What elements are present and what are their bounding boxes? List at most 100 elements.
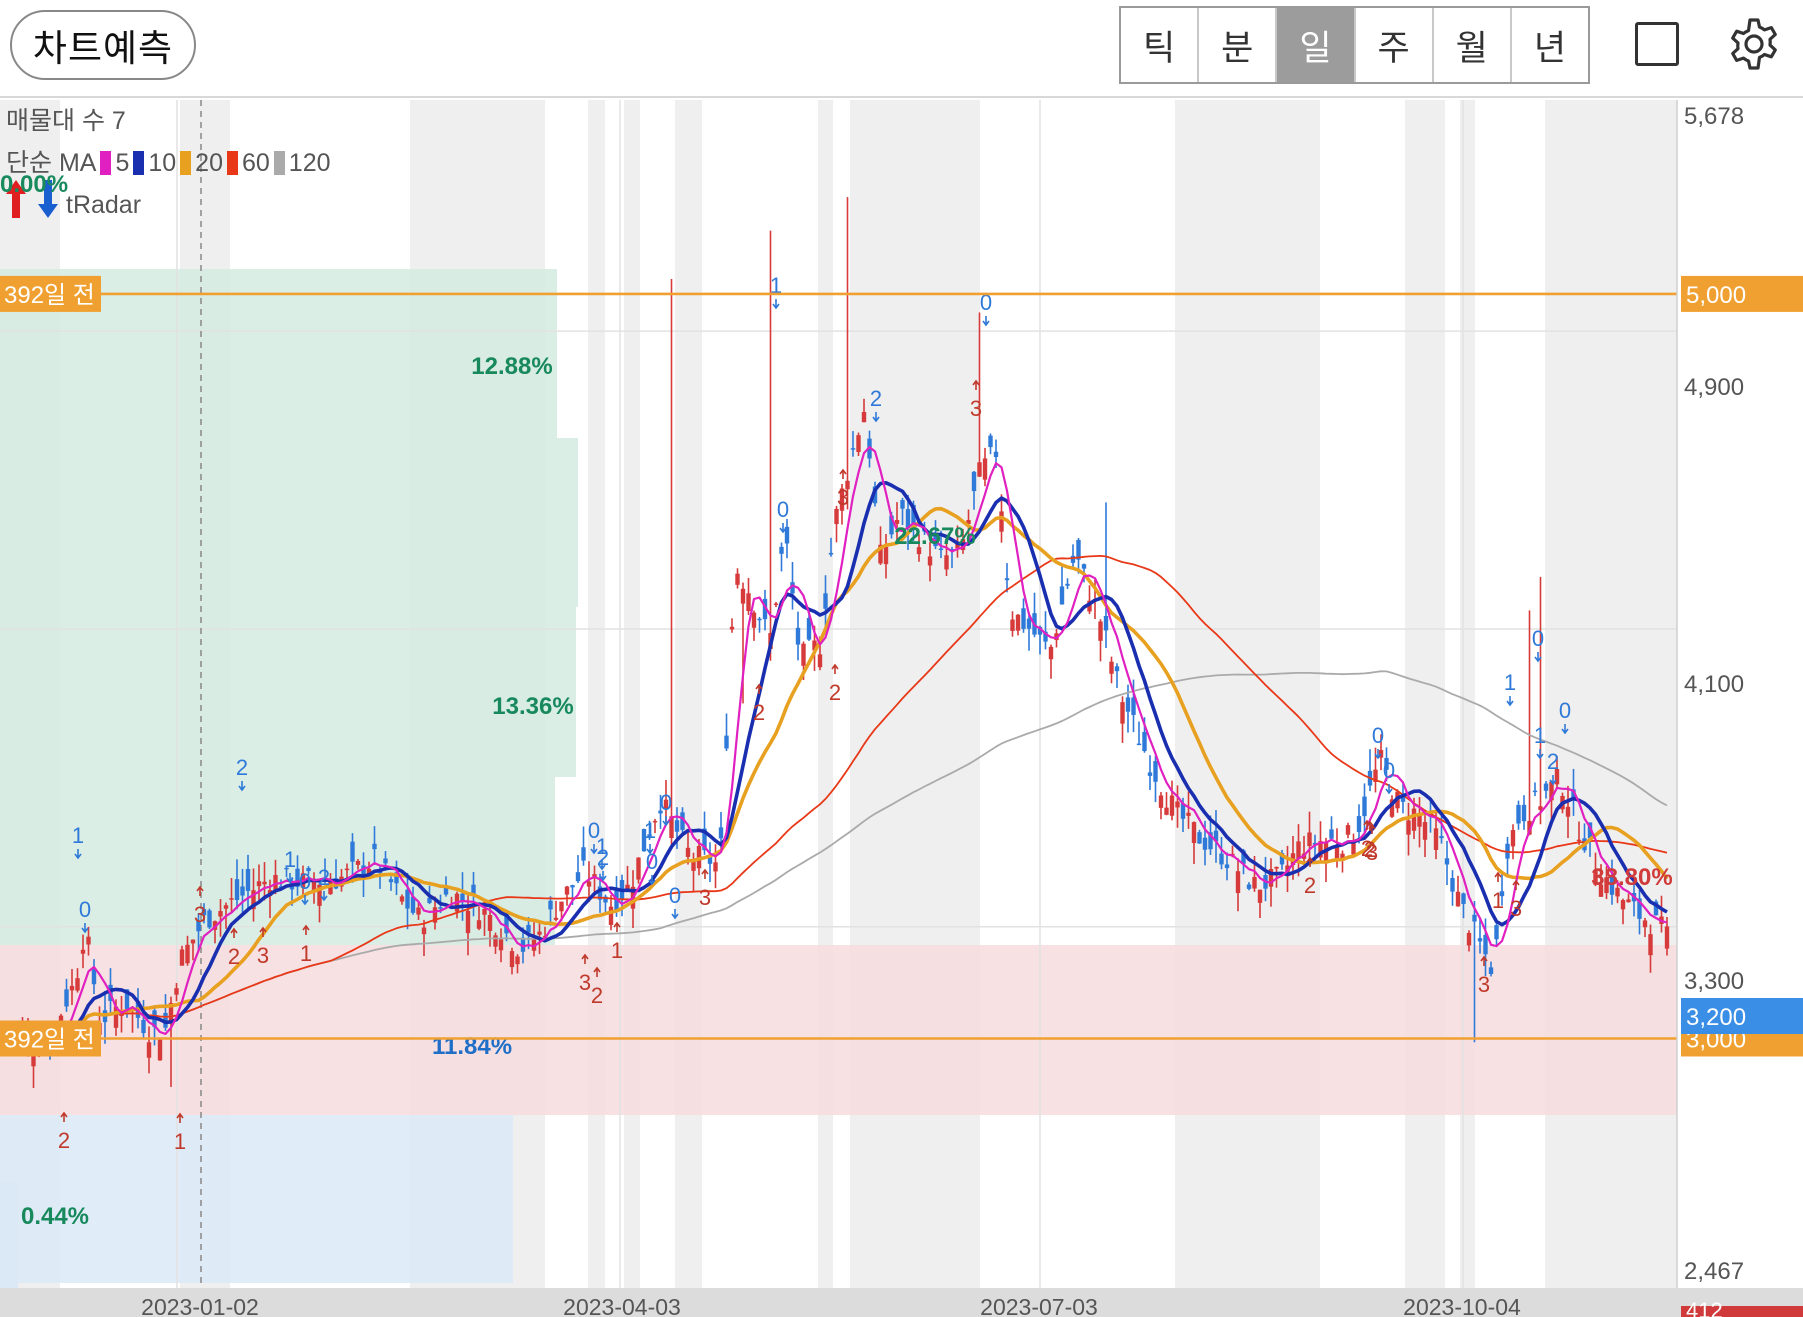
candle-body: [234, 879, 240, 901]
candle-body: [405, 889, 410, 909]
ma60-label: 60: [241, 149, 270, 177]
ma20-label: 20: [195, 149, 223, 177]
price-line-right-label: 5,000: [1686, 282, 1746, 309]
candle-body: [1307, 832, 1312, 847]
candle-body: [515, 956, 520, 965]
period-minute-button[interactable]: 분: [1199, 8, 1278, 82]
candlestick-chart[interactable]: 10210 2001012 0102000101202 12 3 132132233223…: [0, 100, 1803, 1317]
candle-body: [1169, 795, 1175, 816]
candle-body: [1362, 796, 1367, 817]
candle-body: [1153, 761, 1158, 782]
candle-body: [383, 858, 388, 864]
candle-body: [570, 885, 575, 888]
x-tick-label: 2023-01-02: [141, 1294, 259, 1317]
candle-body: [795, 627, 801, 645]
candle-body: [1197, 832, 1202, 844]
candle-body: [350, 841, 355, 862]
candle-body: [229, 898, 234, 900]
candle-body: [1202, 837, 1208, 850]
period-day-button[interactable]: 일: [1277, 8, 1356, 82]
period-year-button[interactable]: 년: [1512, 8, 1588, 82]
price-line-left-label: 392일 전: [4, 1027, 95, 1054]
candle-body: [746, 593, 751, 611]
signal-number: 2: [1547, 749, 1559, 774]
chart-predict-button[interactable]: 차트예측: [10, 10, 196, 80]
candle-body: [1142, 731, 1147, 752]
candle-body: [834, 508, 839, 525]
gear-icon[interactable]: [1726, 16, 1782, 72]
candle-body: [1461, 893, 1466, 904]
candle-body: [729, 626, 735, 630]
chart-area[interactable]: 1021020010120102000101202123132132233223…: [0, 100, 1803, 1317]
candle-body: [564, 886, 570, 895]
y-tick-label: 2,467: [1684, 1258, 1744, 1285]
candle-body: [493, 935, 498, 947]
candle-body: [1455, 891, 1461, 907]
candle-body: [1477, 938, 1483, 942]
signal-number: 3: [1478, 972, 1490, 997]
candle-body: [399, 896, 405, 902]
volume-zone: [0, 438, 578, 607]
zone-pct-label: 11.84%: [432, 1033, 512, 1060]
candle-body: [482, 908, 487, 915]
candle-body: [80, 949, 86, 954]
candle-body: [416, 907, 421, 915]
signal-number: 1: [611, 938, 623, 963]
period-month-button[interactable]: 월: [1434, 8, 1512, 82]
period-selector: 틱 분 일 주 월 년: [1119, 6, 1590, 84]
candle-body: [927, 556, 933, 566]
candle-body: [1494, 925, 1499, 940]
candle-body: [801, 643, 806, 666]
signal-number: 0: [646, 849, 658, 874]
zone-pct-label: 38.80%: [1591, 864, 1672, 891]
signal-number: 0: [1372, 723, 1384, 748]
candle-body: [487, 915, 493, 931]
candle-body: [999, 511, 1004, 532]
candle-body: [476, 920, 482, 929]
period-tick-button[interactable]: 틱: [1121, 8, 1200, 82]
candle-body: [817, 654, 823, 668]
period-week-button[interactable]: 주: [1356, 8, 1434, 82]
zone-pct-label: 12.88%: [471, 353, 552, 380]
candle-body: [581, 847, 586, 861]
x-tick-label: 2023-07-03: [980, 1294, 1098, 1317]
candle-body: [185, 944, 190, 964]
signal-number: 2: [591, 983, 603, 1008]
square-icon[interactable]: [1635, 22, 1679, 66]
candle-body: [1136, 743, 1142, 746]
candle-body: [1433, 828, 1439, 850]
candle-body: [1532, 790, 1538, 793]
candle-body: [1626, 899, 1631, 903]
candle-body: [1439, 836, 1444, 839]
x-tick-label: 2023-10-04: [1403, 1294, 1521, 1317]
candle-body: [1252, 877, 1257, 889]
candle-body: [240, 886, 245, 896]
zone-pct-label: 22.67%: [894, 523, 975, 550]
candle-body: [982, 458, 988, 480]
candle-body: [86, 936, 91, 945]
candle-body: [245, 868, 251, 891]
signal-number: 2: [870, 386, 882, 411]
candle-body: [438, 907, 443, 909]
candle-body: [223, 905, 229, 909]
candle-body: [1510, 830, 1516, 847]
current-price-label: 3,200: [1686, 1004, 1746, 1031]
candle-body: [1070, 555, 1076, 563]
candle-body: [1125, 697, 1131, 712]
candle-body: [993, 451, 999, 458]
zone-pct-label: 13.36%: [492, 693, 573, 720]
signal-number: 3: [194, 902, 206, 927]
candle-body: [1257, 889, 1263, 903]
signal-number: 2: [228, 944, 240, 969]
x-axis: 2023-01-02 2023-04-03 2023-07-03 2023-10-04…: [0, 1288, 1803, 1317]
candle-body: [861, 411, 867, 423]
candle-body: [740, 588, 746, 604]
candle-body: [1010, 619, 1015, 631]
candle-body: [548, 900, 553, 910]
candle-body: [1664, 926, 1670, 949]
signal-number: 1: [1504, 670, 1516, 695]
candle-body: [465, 910, 471, 934]
candle-body: [1175, 801, 1180, 808]
candle-body: [1098, 621, 1103, 641]
candle-body: [218, 911, 223, 917]
